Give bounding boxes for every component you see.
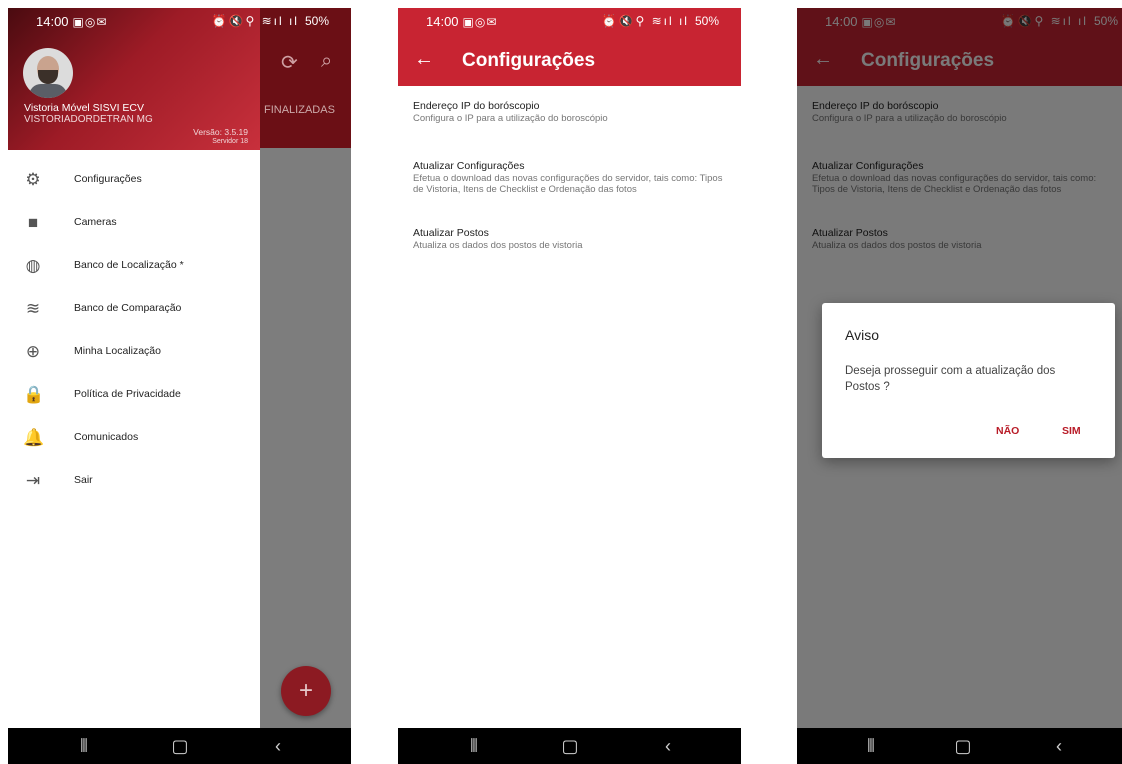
setting-description: Efetua o download das novas configuraçõe… <box>413 173 723 195</box>
confirm-dialog: Aviso Deseja prosseguir com a atualizaçã… <box>822 303 1115 458</box>
add-fab-button[interactable]: + <box>281 666 331 716</box>
tab-finalizadas[interactable]: FINALIZADAS <box>264 104 335 116</box>
menu-item-comunicados[interactable]: 🔔 Comunicados <box>8 418 260 458</box>
menu-item-label: Comunicados <box>74 431 139 443</box>
setting-ip-boroscopio[interactable]: Endereço IP do boróscopio Configura o IP… <box>413 100 733 124</box>
setting-description: Configura o IP para a utilização do boro… <box>413 113 608 124</box>
battery-level: 50% <box>304 14 329 28</box>
system-nav-bar: ⦀ ▢ ‹ <box>8 728 351 764</box>
phone-dialog-screen: ← Configurações 14:00▣◎✉ ⏰🔇⚲ ≋ıl ıl50% E… <box>797 8 1122 764</box>
app-version: Versão: 3.5.19 <box>193 127 248 137</box>
menu-item-configuracoes[interactable]: ⚙ Configurações <box>8 160 260 200</box>
menu-item-label: Política de Privacidade <box>74 388 181 400</box>
home-icon[interactable]: ▢ <box>550 736 590 757</box>
menu-item-label: Banco de Comparação <box>74 302 182 314</box>
dialog-message: Deseja prosseguir com a atualização dos … <box>845 365 1056 393</box>
recents-icon[interactable]: ⦀ <box>851 736 891 757</box>
status-time: 14:00 <box>36 14 69 29</box>
yes-button[interactable]: SIM <box>1062 425 1081 437</box>
status-time: 14:00 <box>426 14 459 29</box>
back-arrow-icon[interactable]: ← <box>414 48 434 71</box>
system-nav-bar: ⦀ ▢ ‹ <box>797 728 1122 764</box>
system-nav-bar: ⦀ ▢ ‹ <box>398 728 741 764</box>
back-nav-icon[interactable]: ‹ <box>1039 736 1079 757</box>
menu-item-minha-localizacao[interactable]: ⊕ Minha Localização <box>8 332 260 372</box>
notification-icons: ▣◎✉ <box>72 15 108 29</box>
battery-level: 50% <box>694 14 719 28</box>
recents-icon[interactable]: ⦀ <box>454 736 494 757</box>
search-icon[interactable]: ⌕ <box>321 50 332 73</box>
status-bar: 14:00▣◎✉ ⏰🔇⚲ ≋ıl ıl 50% <box>398 8 741 36</box>
server-label: Servidor 18 <box>212 138 248 145</box>
user-org: VISTORIADORDETRAN MG <box>24 114 153 125</box>
menu-item-label: Minha Localização <box>74 345 161 357</box>
menu-item-banco-localizacao[interactable]: ◍ Banco de Localização * <box>8 246 260 286</box>
system-status-icons: ⏰🔇⚲ ≋ıl ıl <box>211 14 299 28</box>
sync-icon[interactable]: ⟳ <box>281 50 298 75</box>
back-nav-icon[interactable]: ‹ <box>258 736 298 757</box>
database-icon: ≋ <box>25 299 41 318</box>
lock-icon: 🔒 <box>23 385 45 404</box>
logout-icon: ⇥ <box>25 471 41 490</box>
menu-item-label: Banco de Localização * <box>74 259 184 271</box>
system-status-icons: ⏰🔇⚲ ≋ıl ıl <box>601 14 689 28</box>
setting-title: Atualizar Postos <box>413 227 489 239</box>
video-camera-icon: ■ <box>27 213 39 232</box>
setting-atualizar-postos[interactable]: Atualizar Postos Atualiza os dados dos p… <box>413 227 733 251</box>
menu-item-label: Sair <box>74 474 93 486</box>
navigation-drawer: Vistoria Móvel SISVI ECV VISTORIADORDETR… <box>8 8 260 728</box>
gear-icon: ⚙ <box>25 170 41 189</box>
no-button[interactable]: NÃO <box>996 425 1019 437</box>
menu-item-banco-comparacao[interactable]: ≋ Banco de Comparação <box>8 289 260 329</box>
menu-item-label: Cameras <box>74 216 117 228</box>
menu-item-cameras[interactable]: ■ Cameras <box>8 203 260 243</box>
status-bar: 14:00▣◎✉ ⏰🔇⚲ ≋ıl ıl 50% <box>8 8 351 36</box>
user-name: Vistoria Móvel SISVI ECV <box>24 102 145 114</box>
setting-title: Atualizar Configurações <box>413 160 525 172</box>
setting-title: Endereço IP do boróscopio <box>413 100 540 112</box>
phone-settings-screen: ← Configurações 14:00 ▣◎✉ ⏰🔇⚲ ≋ıl ıl 50% E… <box>398 8 741 764</box>
notification-icons: ▣◎✉ <box>462 15 498 29</box>
crosshair-icon: ⊕ <box>25 342 41 361</box>
phone-drawer-screen: ⟳ ⌕ FINALIZADAS + Vistoria Móvel SISVI E… <box>8 8 351 764</box>
menu-item-sair[interactable]: ⇥ Sair <box>8 461 260 501</box>
menu-item-politica-privacidade[interactable]: 🔒 Política de Privacidade <box>8 375 260 415</box>
globe-icon: ◍ <box>25 256 41 275</box>
avatar[interactable] <box>23 48 73 98</box>
recents-icon[interactable]: ⦀ <box>64 736 104 757</box>
home-icon[interactable]: ▢ <box>943 736 983 757</box>
setting-description: Atualiza os dados dos postos de vistoria <box>413 240 583 251</box>
bell-icon: 🔔 <box>23 428 45 447</box>
dialog-title: Aviso <box>845 327 879 343</box>
setting-atualizar-configuracoes[interactable]: Atualizar Configurações Efetua o downloa… <box>413 160 733 195</box>
home-icon[interactable]: ▢ <box>160 736 200 757</box>
page-title: Configurações <box>462 50 596 71</box>
back-nav-icon[interactable]: ‹ <box>648 736 688 757</box>
menu-item-label: Configurações <box>74 173 142 185</box>
